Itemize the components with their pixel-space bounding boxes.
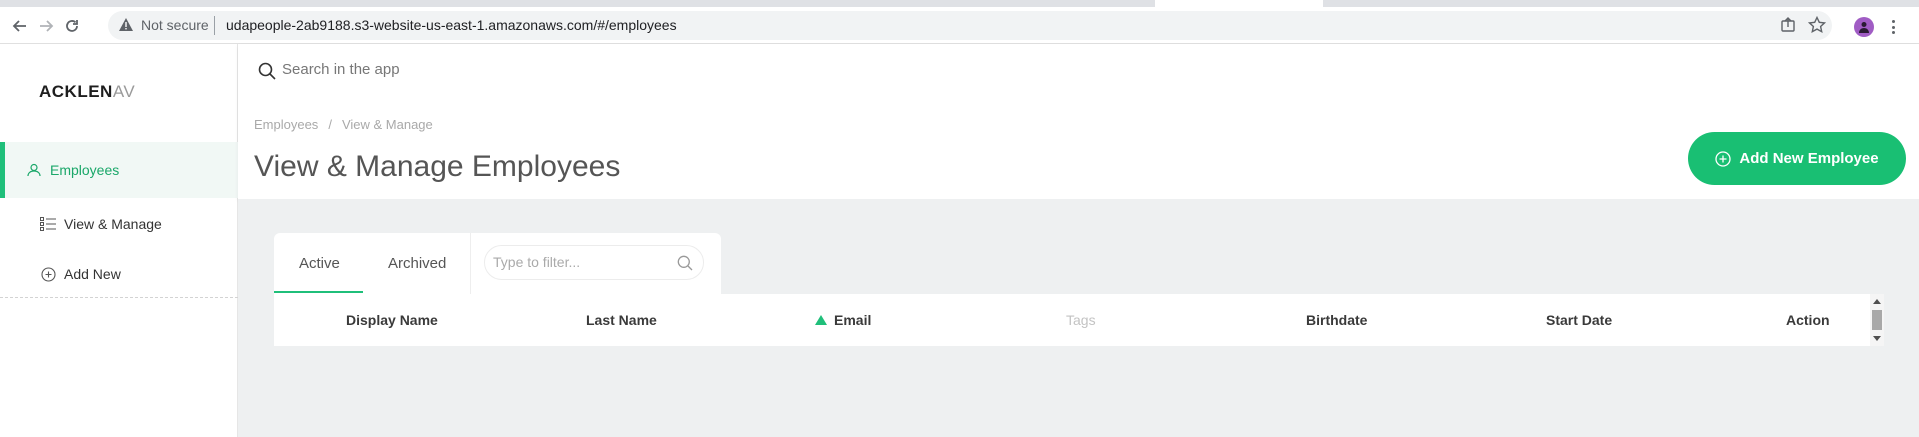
plus-circle-icon xyxy=(1715,150,1732,167)
user-icon xyxy=(26,162,42,178)
main-content: Active Archived Type to filter... Displa… xyxy=(238,199,1919,437)
address-divider xyxy=(214,16,215,35)
add-new-employee-button[interactable]: Add New Employee xyxy=(1688,132,1906,185)
browser-menu-icon[interactable] xyxy=(1890,18,1896,36)
arrow-left-icon xyxy=(12,20,26,32)
profile-icon xyxy=(1859,22,1869,33)
tabs-card: Active Archived Type to filter... xyxy=(274,233,721,294)
breadcrumb: Employees / View & Manage xyxy=(254,117,433,132)
tab-archived[interactable]: Archived xyxy=(388,255,446,272)
column-header-display-name[interactable]: Display Name xyxy=(346,312,438,328)
reload-icon xyxy=(66,20,78,32)
url-text[interactable]: udapeople-2ab9188.s3-website-us-east-1.a… xyxy=(226,17,677,33)
sidebar-item-view-manage[interactable]: View & Manage xyxy=(0,196,238,252)
filter-input[interactable]: Type to filter... xyxy=(484,245,704,280)
table-scrollbar[interactable] xyxy=(1870,294,1884,346)
forward-button[interactable] xyxy=(34,14,58,38)
column-header-email[interactable]: Email xyxy=(834,312,871,328)
company-logo[interactable]: ACKLENAV xyxy=(39,82,139,102)
reload-button[interactable] xyxy=(60,14,84,38)
column-header-start-date[interactable]: Start Date xyxy=(1546,312,1612,328)
search-icon xyxy=(677,255,693,276)
sidebar-item-label: Employees xyxy=(50,162,120,178)
column-header-action: Action xyxy=(1786,312,1830,328)
sidebar-item-add-new[interactable]: Add New xyxy=(0,246,238,302)
security-status[interactable]: Not secure xyxy=(141,17,209,33)
column-header-tags: Tags xyxy=(1066,312,1096,328)
page-header: Search in the app Employees / View & Manag… xyxy=(238,44,1919,199)
arrow-right-icon xyxy=(40,20,54,32)
tabs-divider xyxy=(470,233,471,294)
bookmark-star-icon[interactable] xyxy=(1807,15,1827,39)
tab-active[interactable]: Active xyxy=(299,255,340,272)
page-title: View & Manage Employees xyxy=(254,150,621,183)
breadcrumb-view-manage: View & Manage xyxy=(341,117,433,132)
scrollbar-thumb[interactable] xyxy=(1872,310,1882,330)
browser-tab-strip xyxy=(0,0,1919,7)
warning-icon xyxy=(119,18,133,36)
scroll-up-icon[interactable] xyxy=(1873,299,1881,304)
breadcrumb-employees[interactable]: Employees xyxy=(254,117,318,132)
sidebar-item-employees[interactable]: Employees xyxy=(0,142,238,198)
share-icon[interactable] xyxy=(1780,17,1796,38)
employees-table: Display Name Last Name Email Tags Birthd… xyxy=(274,294,1884,346)
search-icon[interactable] xyxy=(258,62,276,85)
sidebar-item-label: Add New xyxy=(64,266,121,282)
sidebar-item-label: View & Manage xyxy=(64,216,162,232)
breadcrumb-separator: / xyxy=(328,117,332,132)
plus-circle-icon xyxy=(40,266,56,282)
back-button[interactable] xyxy=(8,14,32,38)
add-new-employee-label: Add New Employee xyxy=(1739,150,1879,167)
list-icon xyxy=(40,216,56,232)
filter-placeholder: Type to filter... xyxy=(493,254,581,270)
sidebar-divider xyxy=(0,297,238,298)
address-bar[interactable]: Not secure udapeople-2ab9188.s3-website-… xyxy=(108,11,1832,40)
profile-avatar[interactable] xyxy=(1854,17,1874,37)
app-search-input[interactable]: Search in the app xyxy=(282,61,400,78)
browser-active-tab[interactable] xyxy=(1155,0,1323,7)
app-sidebar: ACKLENAV Employees View & Manage Add New xyxy=(0,44,238,437)
browser-toolbar: Not secure udapeople-2ab9188.s3-website-… xyxy=(0,7,1919,44)
tab-active-underline xyxy=(274,291,363,293)
sort-ascending-icon[interactable] xyxy=(815,315,827,325)
column-header-birthdate[interactable]: Birthdate xyxy=(1306,312,1367,328)
column-header-last-name[interactable]: Last Name xyxy=(586,312,657,328)
scroll-down-icon[interactable] xyxy=(1873,336,1881,341)
